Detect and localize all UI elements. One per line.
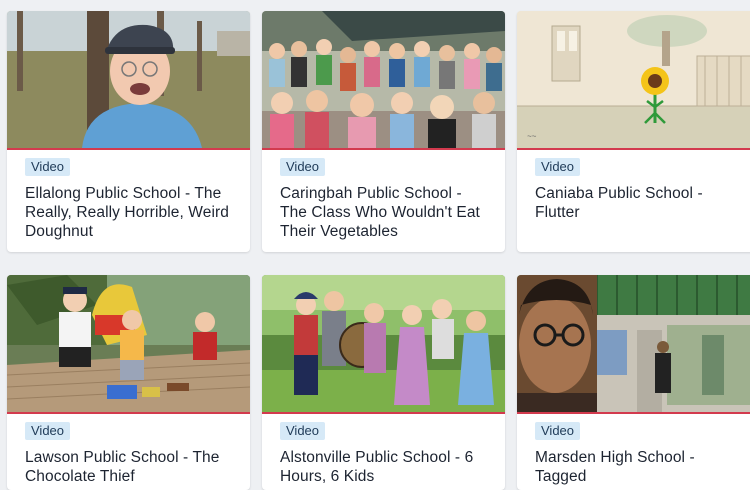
video-title[interactable]: Marsden High School - Tagged [535, 448, 742, 486]
video-badge: Video [280, 422, 326, 440]
video-title[interactable]: Ellalong Public School - The Really, Rea… [25, 184, 232, 241]
student-closeup-thumbnail [517, 275, 750, 412]
video-card-alstonville[interactable]: Video Alstonville Public School - 6 Hour… [262, 275, 505, 490]
video-card-marsden[interactable]: Video Marsden High School - Tagged [517, 275, 750, 490]
class-group-photo-thumbnail [262, 11, 505, 148]
video-title[interactable]: Caringbah Public School - The Class Who … [280, 184, 487, 241]
boy-smiling-outdoors-thumbnail [7, 11, 250, 148]
video-thumbnail[interactable] [7, 11, 250, 150]
video-card-lawson[interactable]: Video Lawson Public School - The Chocola… [7, 275, 250, 490]
video-thumbnail[interactable] [262, 11, 505, 150]
video-badge: Video [280, 158, 326, 176]
video-title[interactable]: Caniaba Public School - Flutter [535, 184, 742, 222]
video-grid: Video Ellalong Public School - The Reall… [7, 11, 750, 490]
video-thumbnail[interactable] [262, 275, 505, 414]
svg-text:~~: ~~ [527, 132, 537, 141]
video-thumbnail[interactable]: ~~ [517, 11, 750, 150]
video-badge: Video [25, 158, 71, 176]
video-badge: Video [535, 422, 581, 440]
kids-on-deck-thumbnail [7, 275, 250, 412]
video-badge: Video [25, 422, 71, 440]
video-badge: Video [535, 158, 581, 176]
video-card-caringbah[interactable]: Video Caringbah Public School - The Clas… [262, 11, 505, 252]
video-thumbnail[interactable] [7, 275, 250, 414]
kids-in-garden-thumbnail [262, 275, 505, 412]
video-title[interactable]: Lawson Public School - The Chocolate Thi… [25, 448, 232, 486]
animated-sunflower-thumbnail: ~~ [517, 11, 750, 148]
video-title[interactable]: Alstonville Public School - 6 Hours, 6 K… [280, 448, 487, 486]
video-card-ellalong[interactable]: Video Ellalong Public School - The Reall… [7, 11, 250, 252]
video-thumbnail[interactable] [517, 275, 750, 414]
video-card-caniaba[interactable]: ~~ Video Caniaba Public School - Flutter [517, 11, 750, 252]
